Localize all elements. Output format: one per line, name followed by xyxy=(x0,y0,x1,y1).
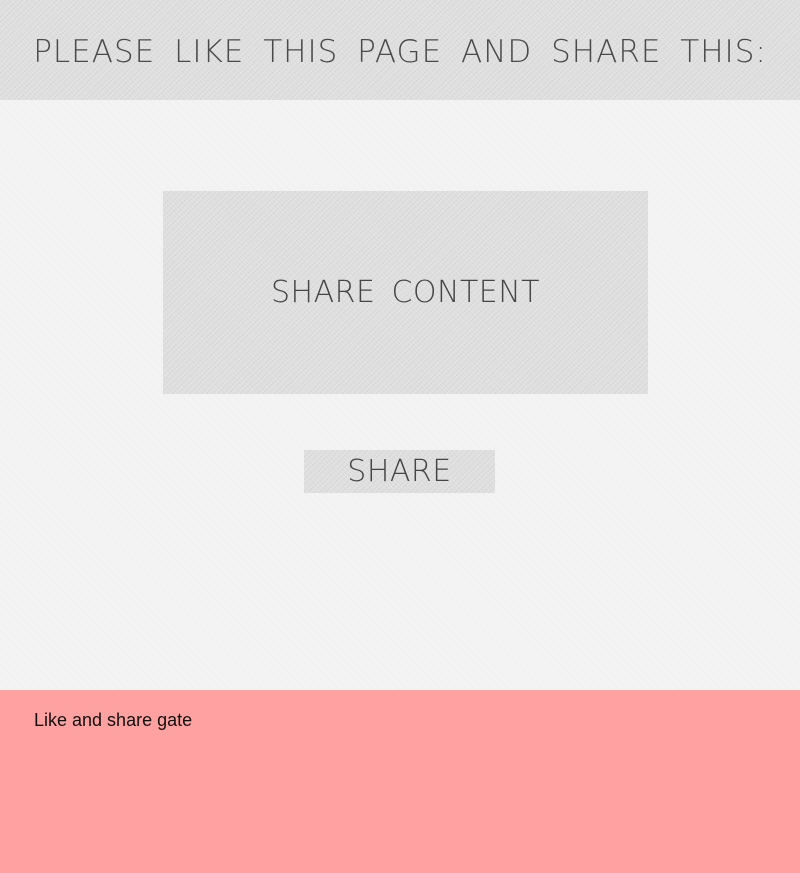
share-button[interactable]: SHARE xyxy=(304,450,495,493)
footer-panel: Like and share gate xyxy=(0,690,800,873)
footer-caption: Like and share gate xyxy=(34,710,193,730)
share-content-label: SHARE CONTENT xyxy=(270,275,540,310)
header-banner: PLEASE LIKE THIS PAGE AND SHARE THIS: xyxy=(0,0,800,100)
main-area: SHARE CONTENT SHARE xyxy=(0,100,800,690)
share-content-box: SHARE CONTENT xyxy=(163,191,648,394)
share-button-label: SHARE xyxy=(347,454,452,489)
page-title: PLEASE LIKE THIS PAGE AND SHARE THIS: xyxy=(33,34,767,70)
